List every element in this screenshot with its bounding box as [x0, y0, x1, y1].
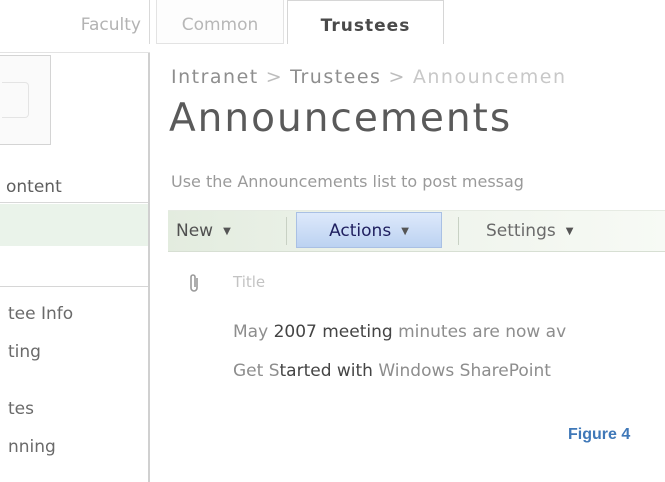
tab-trustees[interactable]: Trustees [287, 0, 444, 44]
toolbar-separator [458, 217, 459, 245]
new-label: New [176, 221, 214, 241]
list-item-text: Windows SharePoint [372, 361, 551, 381]
top-tab-strip: Faculty Common Trustees [0, 0, 665, 53]
list-column-header: Title [168, 272, 665, 296]
actions-menu-button[interactable]: Actions ▼ [296, 212, 442, 248]
breadcrumb-separator: > [388, 66, 406, 88]
actions-label: Actions [329, 221, 392, 241]
toolbar-separator [286, 217, 287, 245]
breadcrumb-separator: > [265, 66, 284, 88]
new-menu-button[interactable]: New ▼ [176, 211, 231, 251]
chevron-down-icon: ▼ [223, 226, 231, 237]
settings-menu-button[interactable]: Settings ▼ [486, 211, 573, 251]
list-item-text: Get S [233, 361, 280, 381]
nav-highlight-band [0, 204, 148, 246]
nav-item-planning[interactable]: nning [8, 437, 56, 457]
nav-divider [0, 286, 148, 287]
breadcrumb: Intranet > Trustees > Announcemen [171, 66, 567, 88]
list-item-text: tarted with [279, 361, 373, 381]
list-item[interactable]: Get Started with Windows SharePoint [233, 361, 551, 381]
breadcrumb-intranet[interactable]: Intranet [171, 66, 259, 88]
chevron-down-icon: ▼ [401, 226, 409, 237]
left-navigation: ontent tee Info ting tes nning [0, 53, 150, 482]
figure-caption: Figure 4 [568, 426, 631, 443]
tab-faculty[interactable]: Faculty [0, 0, 150, 44]
list-toolbar: New ▼ Actions ▼ Settings ▼ [168, 210, 665, 252]
nav-item-meeting[interactable]: ting [8, 342, 41, 362]
site-image-shape [2, 82, 29, 118]
nav-content-header[interactable]: ontent [0, 171, 148, 203]
nav-item-trustee-info[interactable]: tee Info [8, 304, 73, 324]
nav-item-minutes[interactable]: tes [8, 399, 34, 419]
breadcrumb-trustees[interactable]: Trustees [290, 66, 381, 88]
settings-label: Settings [486, 221, 556, 241]
tab-common[interactable]: Common [156, 0, 284, 44]
page-title: Announcements [169, 96, 513, 141]
paperclip-icon[interactable] [185, 272, 203, 294]
list-item-text: 2007 meeting [273, 322, 393, 342]
chevron-down-icon: ▼ [565, 226, 574, 237]
list-item-text: minutes are now av [392, 322, 567, 342]
list-item-text: May [233, 322, 274, 342]
title-column-header[interactable]: Title [233, 273, 265, 291]
breadcrumb-current: Announcemen [412, 66, 567, 88]
list-item[interactable]: May 2007 meeting minutes are now av [233, 322, 566, 342]
list-description: Use the Announcements list to post messa… [171, 172, 524, 191]
site-image-icon [0, 55, 51, 145]
